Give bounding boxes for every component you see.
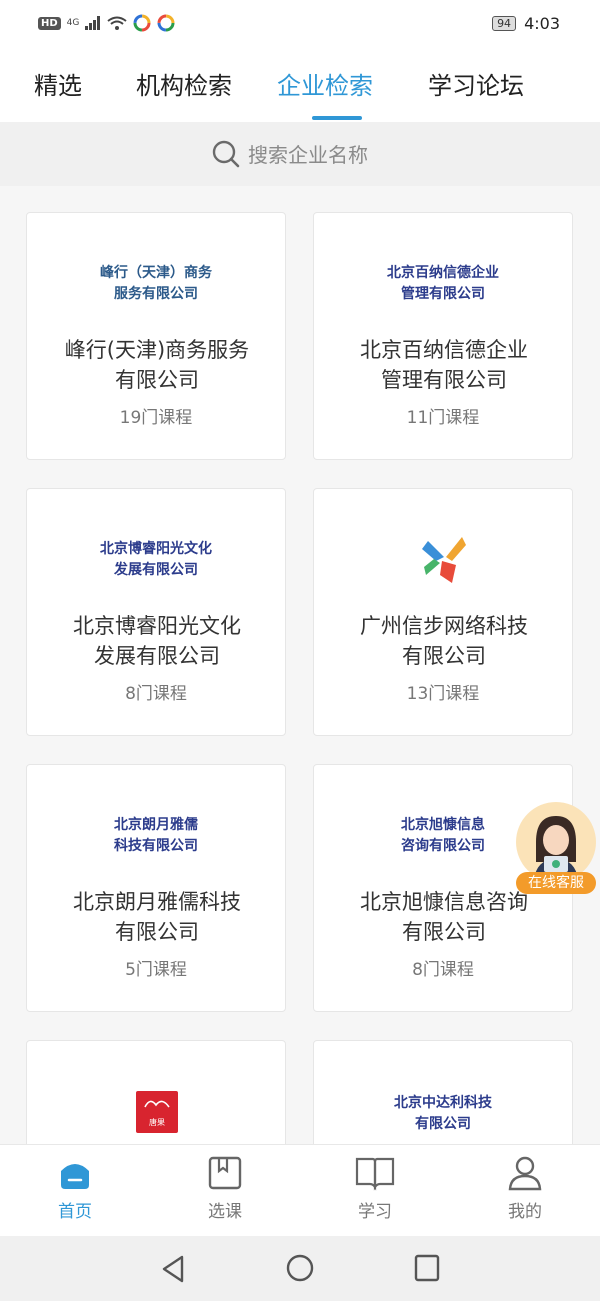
status-left: HD 4G (38, 14, 175, 32)
customer-service-avatar-icon (516, 802, 596, 882)
system-navigation-bar (0, 1236, 600, 1301)
company-logo-line: 北京中达利科技 (394, 1095, 492, 1111)
status-bar: HD 4G 94 4:03 (0, 0, 600, 50)
company-logo-line: 峰行（天津）商务 (100, 265, 212, 281)
company-logo-line: 北京百纳信德企业 (387, 265, 499, 281)
company-name: 北京朗月雅儒科技 有限公司 (45, 887, 269, 947)
company-logo-line: 北京朗月雅儒 (114, 817, 198, 833)
company-logo: 北京中达利科技 有限公司 (314, 1093, 572, 1135)
nav-learning[interactable]: 学习 (335, 1155, 415, 1222)
company-name: 北京博睿阳光文化 发展有限公司 (45, 611, 269, 671)
company-logo: 北京博睿阳光文化 发展有限公司 (27, 539, 285, 581)
company-name: 峰行(天津)商务服务 有限公司 (45, 335, 269, 395)
company-card[interactable]: 广州信步网络科技 有限公司 13门课程 (313, 488, 573, 736)
company-logo: 峰行（天津）商务 服务有限公司 (27, 263, 285, 305)
status-right: 94 4:03 (492, 14, 560, 33)
company-logo-line: 服务有限公司 (114, 286, 198, 302)
tab-featured[interactable]: 精选 (34, 66, 82, 101)
company-logo-line: 管理有限公司 (401, 286, 485, 302)
company-name-line: 北京博睿阳光文化 (73, 614, 241, 638)
nav-mine-label: 我的 (508, 1202, 542, 1222)
company-logo-line: 有限公司 (415, 1116, 471, 1132)
company-name-line: 有限公司 (115, 368, 199, 392)
company-name-line: 发展有限公司 (94, 644, 220, 668)
xinbu-logo-icon (422, 537, 466, 583)
home-circle-icon[interactable] (285, 1253, 315, 1283)
company-name-line: 有限公司 (402, 920, 486, 944)
company-name-line: 峰行(天津)商务服务 (64, 338, 250, 362)
nav-course-selection-label: 选课 (208, 1202, 242, 1222)
company-name: 北京百纳信德企业 管理有限公司 (332, 335, 556, 395)
search-input[interactable]: 搜索企业名称 (248, 139, 368, 168)
clock: 4:03 (524, 14, 560, 33)
company-name-line: 管理有限公司 (381, 368, 507, 392)
company-card[interactable]: 北京中达利科技 有限公司 (313, 1040, 573, 1144)
company-card[interactable]: 北京百纳信德企业 管理有限公司 北京百纳信德企业 管理有限公司 11门课程 (313, 212, 573, 460)
course-count: 13门课程 (406, 684, 480, 704)
network-type: 4G (66, 18, 80, 28)
course-count: 19门课程 (119, 408, 193, 428)
company-logo-line: 发展有限公司 (114, 562, 198, 578)
user-icon (508, 1156, 542, 1191)
company-name-line: 广州信步网络科技 (360, 614, 528, 638)
app-notification-icon-2 (157, 14, 175, 32)
course-count: 8门课程 (125, 684, 187, 704)
online-customer-service-button[interactable]: 在线客服 (512, 802, 600, 898)
course-count: 11门课程 (406, 408, 480, 428)
company-card[interactable]: 唐果 (26, 1040, 286, 1144)
company-card[interactable]: 北京朗月雅儒 科技有限公司 北京朗月雅儒科技 有限公司 5门课程 (26, 764, 286, 1012)
bottom-nav: 首页 选课 学习 我的 (0, 1144, 600, 1237)
nav-course-selection[interactable]: 选课 (185, 1155, 265, 1222)
search-inner: 搜索企业名称 (212, 139, 368, 168)
company-logo-line: 科技有限公司 (114, 838, 198, 854)
company-card[interactable]: 峰行（天津）商务 服务有限公司 峰行(天津)商务服务 有限公司 19门课程 (26, 212, 286, 460)
bookmark-icon (208, 1156, 242, 1190)
wifi-icon (107, 16, 127, 30)
recent-apps-icon[interactable] (414, 1254, 440, 1282)
course-count: 5门课程 (125, 960, 187, 980)
company-card[interactable]: 北京博睿阳光文化 发展有限公司 北京博睿阳光文化 发展有限公司 8门课程 (26, 488, 286, 736)
nav-home[interactable]: 首页 (35, 1155, 115, 1222)
tangguo-logo-icon (144, 1100, 170, 1108)
company-name-line: 北京百纳信德企业 (360, 338, 528, 362)
company-name-line: 有限公司 (402, 644, 486, 668)
company-name-line: 北京朗月雅儒科技 (73, 890, 241, 914)
nav-home-label: 首页 (58, 1202, 92, 1222)
app-notification-icon (133, 14, 151, 32)
tab-enterprise-search[interactable]: 企业检索 (277, 66, 373, 101)
hd-indicator: HD (38, 16, 61, 30)
search-icon (212, 140, 240, 167)
course-count: 8门课程 (412, 960, 474, 980)
company-logo: 北京朗月雅儒 科技有限公司 (27, 815, 285, 857)
nav-mine[interactable]: 我的 (485, 1155, 565, 1222)
book-icon (355, 1157, 395, 1191)
company-logo-line: 北京博睿阳光文化 (100, 541, 212, 557)
tangguo-logo: 唐果 (136, 1091, 178, 1133)
home-icon (61, 1164, 89, 1189)
tangguo-logo-text: 唐果 (149, 1118, 165, 1127)
company-name-line: 有限公司 (115, 920, 199, 944)
tab-learning-forum[interactable]: 学习论坛 (428, 66, 524, 101)
company-grid: 峰行（天津）商务 服务有限公司 峰行(天津)商务服务 有限公司 19门课程 北京… (0, 186, 600, 1144)
company-logo: 北京百纳信德企业 管理有限公司 (314, 263, 572, 305)
top-tabs: 精选 机构检索 企业检索 学习论坛 (0, 50, 600, 122)
search-bar[interactable]: 搜索企业名称 (0, 122, 600, 186)
company-name: 广州信步网络科技 有限公司 (332, 611, 556, 671)
back-icon[interactable] (160, 1254, 186, 1284)
customer-service-label: 在线客服 (516, 872, 596, 894)
active-tab-indicator (312, 116, 362, 120)
signal-icon (85, 16, 101, 30)
tab-institution-search[interactable]: 机构检索 (136, 66, 232, 101)
nav-learning-label: 学习 (358, 1202, 392, 1222)
battery-indicator: 94 (492, 16, 517, 31)
